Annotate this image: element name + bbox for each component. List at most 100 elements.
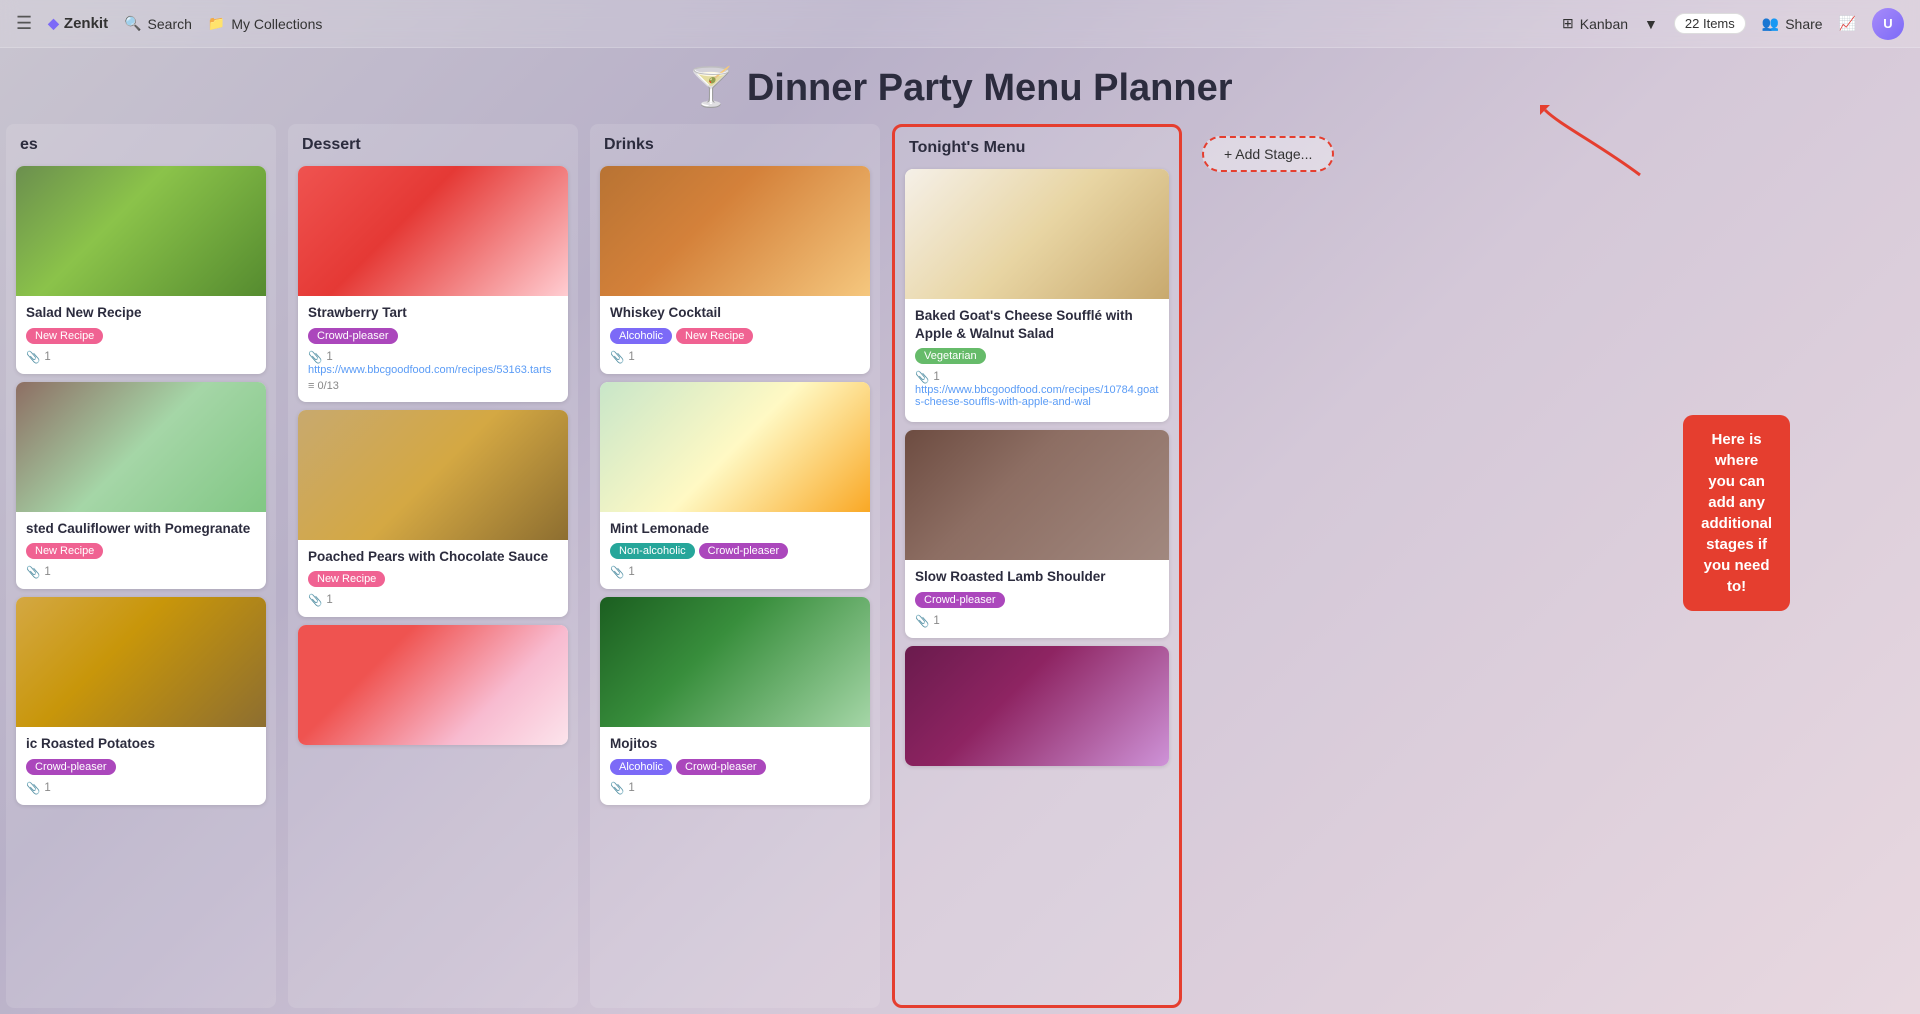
attachment-count-tart: 1 xyxy=(326,351,332,363)
column-header-tonights-menu: Tonight's Menu xyxy=(895,127,1179,165)
card-potatoes[interactable]: ic Roasted Potatoes Crowd-pleaser 📎 1 xyxy=(16,597,266,805)
card-title-lamb: Slow Roasted Lamb Shoulder xyxy=(915,568,1159,586)
attachment-icon-3: 📎 xyxy=(26,781,40,795)
card-image-goat-cheese xyxy=(905,169,1169,299)
card-strawberry-tart[interactable]: Strawberry Tart Crowd-pleaser 📎 1 https:… xyxy=(298,166,568,402)
card-cauliflower[interactable]: sted Cauliflower with Pomegranate New Re… xyxy=(16,382,266,590)
attachment-count-3: 1 xyxy=(44,782,50,794)
tag-crowd-pleaser-lemonade: Crowd-pleaser xyxy=(699,543,789,559)
card-lemonade[interactable]: Mint Lemonade Non-alcoholic Crowd-please… xyxy=(600,382,870,590)
kanban-icon: ⊞ xyxy=(1562,15,1574,32)
attachment-icon-mojito: 📎 xyxy=(610,781,624,795)
card-title-cauliflower: sted Cauliflower with Pomegranate xyxy=(26,520,256,538)
tag-new-recipe-whiskey: New Recipe xyxy=(676,328,753,344)
tag-crowd-pleaser-tart: Crowd-pleaser xyxy=(308,328,398,344)
search-icon: 🔍 xyxy=(124,15,141,32)
card-image-poached-pears xyxy=(298,410,568,540)
logo-icon: ◆ xyxy=(48,15,59,32)
card-tags-strawberry-tart: Crowd-pleaser xyxy=(308,328,558,344)
card-title-strawberry-tart: Strawberry Tart xyxy=(308,304,558,322)
card-tags-cauliflower: New Recipe xyxy=(26,543,256,559)
attachment-icon-whiskey: 📎 xyxy=(610,350,624,364)
card-meta-lemonade: 📎 1 xyxy=(610,565,860,579)
column-dessert: Dessert Strawberry Tart Crowd-pleaser 📎 … xyxy=(288,124,578,1008)
card-meta-lamb: 📎 1 xyxy=(915,614,1159,628)
card-goat-cheese[interactable]: Baked Goat's Cheese Soufflé with Apple &… xyxy=(905,169,1169,422)
collections-label: My Collections xyxy=(231,16,322,32)
card-title-salad: Salad New Recipe xyxy=(26,304,256,322)
activity-btn[interactable]: 📈 xyxy=(1839,15,1856,32)
card-title-potatoes: ic Roasted Potatoes xyxy=(26,735,256,753)
collections-nav-item[interactable]: 📁 My Collections xyxy=(208,15,322,32)
kanban-view-btn[interactable]: ⊞ Kanban xyxy=(1562,15,1628,32)
card-title-goat-cheese: Baked Goat's Cheese Soufflé with Apple &… xyxy=(915,307,1159,342)
tag-new-recipe-2: New Recipe xyxy=(26,543,103,559)
card-radicchio[interactable] xyxy=(905,646,1169,766)
search-nav-item[interactable]: 🔍 Search xyxy=(124,15,192,32)
card-meta-pears: 📎 1 xyxy=(308,593,558,607)
kanban-label: Kanban xyxy=(1580,16,1628,32)
card-title-mojito: Mojitos xyxy=(610,735,860,753)
column-header-dessert: Dessert xyxy=(288,124,578,162)
card-dessert3[interactable] xyxy=(298,625,568,745)
card-link-goat-cheese[interactable]: https://www.bbcgoodfood.com/recipes/1078… xyxy=(915,384,1159,408)
tag-vegetarian-goat-cheese: Vegetarian xyxy=(915,348,986,364)
attachment-count-goat-cheese: 1 xyxy=(933,371,939,383)
card-meta-goat-cheese: 📎 1 xyxy=(915,370,1159,384)
tag-crowd-pleaser-mojito: Crowd-pleaser xyxy=(676,759,766,775)
card-image-lamb xyxy=(905,430,1169,560)
add-stage-column: + Add Stage... xyxy=(1188,124,1388,184)
share-btn[interactable]: 👥 Share xyxy=(1762,15,1823,32)
attachment-icon-goat-cheese: 📎 xyxy=(915,370,929,384)
filter-icon[interactable]: ▼ xyxy=(1644,16,1658,32)
tag-new-recipe: New Recipe xyxy=(26,328,103,344)
filter-funnel-icon: ▼ xyxy=(1644,16,1658,32)
card-salad[interactable]: Salad New Recipe New Recipe 📎 1 xyxy=(16,166,266,374)
card-mojito[interactable]: Mojitos Alcoholic Crowd-pleaser 📎 1 xyxy=(600,597,870,805)
card-tags-salad: New Recipe xyxy=(26,328,256,344)
collections-icon: 📁 xyxy=(208,15,225,32)
card-tags-lemonade: Non-alcoholic Crowd-pleaser xyxy=(610,543,860,559)
hamburger-menu[interactable]: ☰ xyxy=(16,13,32,34)
annotation-arrow-svg xyxy=(1540,105,1660,185)
card-link-tart[interactable]: https://www.bbcgoodfood.com/recipes/5316… xyxy=(308,364,558,376)
column-cards-tonights-menu: Baked Goat's Cheese Soufflé with Apple &… xyxy=(895,165,1179,1005)
column-header-entrees: es xyxy=(6,124,276,162)
card-lamb[interactable]: Slow Roasted Lamb Shoulder Crowd-pleaser… xyxy=(905,430,1169,638)
add-stage-button[interactable]: + Add Stage... xyxy=(1202,136,1334,172)
search-label: Search xyxy=(148,16,192,32)
attachment-icon: 📎 xyxy=(26,350,40,364)
column-entrees: es Salad New Recipe New Recipe 📎 1 xyxy=(6,124,276,1008)
items-count-badge: 22 Items xyxy=(1674,13,1746,34)
card-image-whiskey xyxy=(600,166,870,296)
kanban-board: es Salad New Recipe New Recipe 📎 1 xyxy=(0,124,1920,1008)
card-poached-pears[interactable]: Poached Pears with Chocolate Sauce New R… xyxy=(298,410,568,618)
card-image-lemonade xyxy=(600,382,870,512)
column-cards-entrees: Salad New Recipe New Recipe 📎 1 sted Cau… xyxy=(6,162,276,1008)
tag-crowd-pleaser: Crowd-pleaser xyxy=(26,759,116,775)
share-label: Share xyxy=(1785,16,1822,32)
column-header-drinks: Drinks xyxy=(590,124,880,162)
tag-non-alcoholic-lemonade: Non-alcoholic xyxy=(610,543,695,559)
card-whiskey[interactable]: Whiskey Cocktail Alcoholic New Recipe 📎 … xyxy=(600,166,870,374)
attachment-icon-lamb: 📎 xyxy=(915,614,929,628)
tag-crowd-pleaser-lamb: Crowd-pleaser xyxy=(915,592,1005,608)
tag-alcoholic-whiskey: Alcoholic xyxy=(610,328,672,344)
attachment-count-whiskey: 1 xyxy=(628,351,634,363)
attachment-count-lamb: 1 xyxy=(933,615,939,627)
app-logo[interactable]: ◆ Zenkit xyxy=(48,15,108,32)
avatar[interactable]: U xyxy=(1872,8,1904,40)
card-meta-potatoes: 📎 1 xyxy=(26,781,256,795)
card-image-cauliflower xyxy=(16,382,266,512)
card-image-mojito xyxy=(600,597,870,727)
column-drinks: Drinks Whiskey Cocktail Alcoholic New Re… xyxy=(590,124,880,1008)
tag-alcoholic-mojito: Alcoholic xyxy=(610,759,672,775)
card-image-radicchio xyxy=(905,646,1169,766)
column-cards-dessert: Strawberry Tart Crowd-pleaser 📎 1 https:… xyxy=(288,162,578,1008)
attachment-count-pears: 1 xyxy=(326,594,332,606)
card-image-salad xyxy=(16,166,266,296)
card-tags-potatoes: Crowd-pleaser xyxy=(26,759,256,775)
card-checklist-tart: ≡ 0/13 xyxy=(308,380,558,392)
column-cards-drinks: Whiskey Cocktail Alcoholic New Recipe 📎 … xyxy=(590,162,880,1008)
attachment-icon-lemonade: 📎 xyxy=(610,565,624,579)
